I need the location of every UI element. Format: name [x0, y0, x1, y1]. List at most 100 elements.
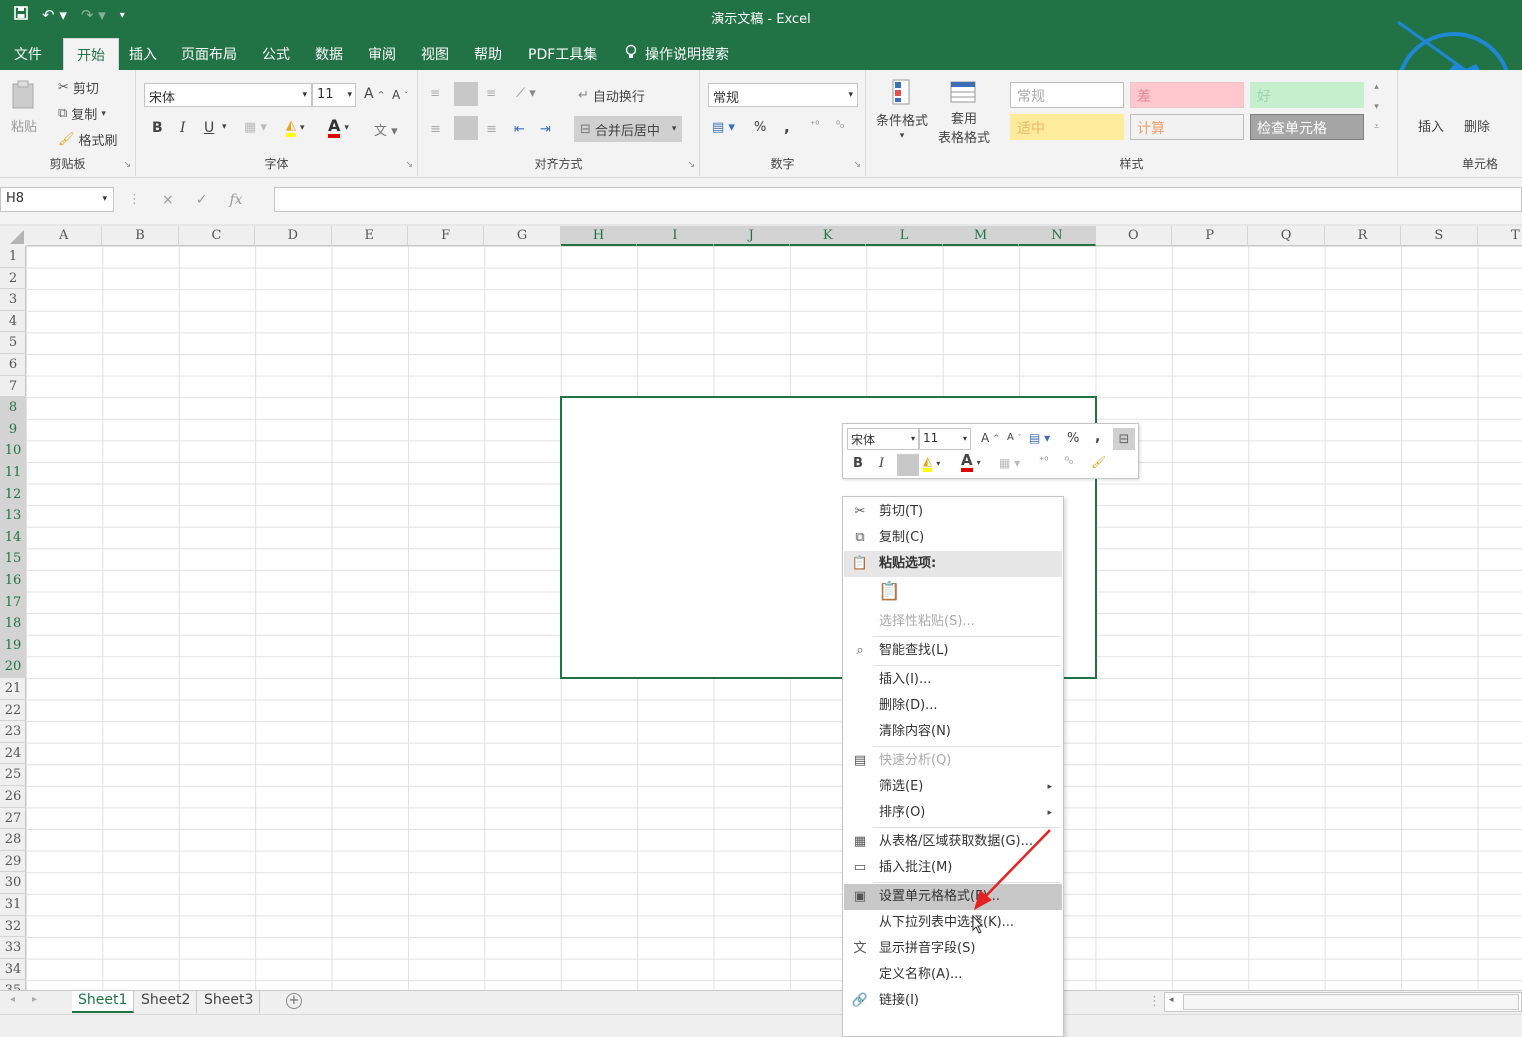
dialog-launcher-icon[interactable]: ↘ — [853, 160, 861, 170]
row-header[interactable]: 32 — [0, 916, 26, 938]
row-header[interactable]: 22 — [0, 700, 26, 722]
mini-merge-icon[interactable]: ⊟ — [1113, 428, 1135, 450]
horizontal-scrollbar[interactable]: ◂ — [1164, 992, 1522, 1012]
percent-button[interactable]: % — [754, 120, 766, 135]
grow-font-button[interactable]: A ^ — [364, 86, 384, 102]
row-header[interactable]: 14 — [0, 526, 26, 549]
mini-percent-button[interactable]: % — [1067, 431, 1079, 446]
align-right-icon[interactable]: ≡ — [486, 122, 497, 137]
orientation-icon[interactable]: ⟋ ▾ — [516, 86, 536, 101]
style-normal[interactable]: 常规 — [1010, 82, 1124, 108]
context-menu-item[interactable]: 定义名称(A)... — [844, 962, 1062, 988]
delete-cells-button[interactable]: 删除 — [1464, 116, 1490, 135]
formula-input[interactable] — [274, 187, 1522, 212]
dialog-launcher-icon[interactable]: ↘ — [687, 160, 695, 170]
tab-view[interactable]: 视图 — [421, 44, 449, 64]
dialog-launcher-icon[interactable]: ↘ — [405, 160, 413, 170]
row-header[interactable]: 10 — [0, 440, 26, 462]
select-all-corner[interactable] — [0, 226, 26, 246]
mini-italic-button[interactable]: I — [879, 456, 884, 471]
underline-button[interactable]: U — [204, 120, 214, 136]
column-header[interactable]: G — [484, 226, 561, 246]
middle-align-icon[interactable] — [454, 82, 478, 106]
row-header[interactable]: 31 — [0, 894, 26, 916]
row-header[interactable]: 18 — [0, 613, 26, 635]
tell-me-search[interactable]: 操作说明搜索 — [625, 44, 729, 64]
column-header[interactable]: M — [942, 226, 1020, 246]
context-menu-item[interactable]: ⌕ 智能查找(L) — [844, 638, 1062, 664]
bold-button[interactable]: B — [152, 120, 163, 136]
font-size-dropdown[interactable]: 11 ▾ — [312, 83, 356, 107]
scroll-left-icon[interactable]: ◂ — [10, 994, 15, 1005]
styles-scroll[interactable]: ▴ ▾ ⩡ — [1374, 82, 1379, 132]
row-header[interactable]: 5 — [0, 332, 26, 354]
column-header[interactable]: Q — [1248, 226, 1325, 246]
dialog-launcher-icon[interactable]: ↘ — [123, 160, 131, 170]
row-header[interactable]: 25 — [0, 764, 26, 786]
mini-font-dropdown[interactable]: 宋体 ▾ — [847, 428, 919, 450]
context-menu-item[interactable]: 🔗 链接(I) — [844, 988, 1062, 1014]
style-bad[interactable]: 差 — [1130, 82, 1244, 108]
name-box[interactable]: H8 ▾ — [0, 187, 114, 212]
context-menu-item[interactable]: 📋 — [844, 577, 1062, 609]
column-header[interactable]: P — [1172, 226, 1249, 246]
fill-color-button[interactable]: ◭ ▾ — [286, 118, 305, 137]
scroll-right-icon[interactable]: ▸ — [32, 994, 37, 1005]
tab-data[interactable]: 数据 — [315, 44, 343, 64]
merge-center-button[interactable]: ⊟ 合并后居中 ▾ — [574, 116, 683, 142]
row-header[interactable]: 16 — [0, 570, 26, 592]
column-header[interactable]: E — [332, 226, 408, 246]
align-center-icon[interactable] — [454, 116, 478, 140]
column-header[interactable]: K — [790, 226, 867, 246]
row-header[interactable]: 29 — [0, 851, 26, 873]
decrease-indent-icon[interactable]: ⇤ — [514, 122, 525, 137]
decrease-decimal-icon[interactable]: ⁰₀ — [836, 120, 844, 131]
phonetic-icon[interactable]: 文 ▾ — [374, 120, 398, 139]
row-header[interactable]: 30 — [0, 872, 26, 894]
mini-grow-font-icon[interactable]: A ^ — [981, 431, 999, 445]
row-header[interactable]: 6 — [0, 354, 26, 376]
tab-review[interactable]: 审阅 — [368, 44, 396, 64]
format-as-table-button[interactable]: 套用 表格格式 — [938, 78, 990, 146]
column-header[interactable]: C — [179, 226, 256, 246]
cut-button[interactable]: ✂ 剪切 — [58, 78, 99, 97]
mini-size-dropdown[interactable]: 11 ▾ — [919, 428, 971, 450]
row-header[interactable]: 1 — [0, 246, 26, 268]
sheet-tab-sheet1[interactable]: Sheet1 — [72, 991, 135, 1013]
row-header[interactable]: 24 — [0, 743, 26, 765]
tab-insert[interactable]: 插入 — [129, 44, 157, 64]
font-color-button[interactable]: A ▾ — [328, 118, 349, 138]
row-header[interactable]: 19 — [0, 634, 26, 657]
cancel-icon[interactable]: × — [162, 192, 174, 208]
column-header[interactable]: I — [637, 226, 714, 246]
column-header[interactable]: S — [1401, 226, 1478, 246]
underline-dropdown[interactable]: ▾ — [222, 122, 227, 132]
format-painter-button[interactable]: 🖌 格式刷 — [58, 130, 118, 149]
row-header[interactable]: 28 — [0, 829, 26, 851]
context-menu-item[interactable]: 删除(D)... — [844, 693, 1062, 719]
row-header[interactable]: 33 — [0, 937, 26, 959]
sheet-tab-sheet2[interactable]: Sheet2 — [135, 991, 198, 1013]
add-sheet-icon[interactable]: + — [286, 993, 302, 1009]
mini-comma-button[interactable]: , — [1095, 429, 1100, 445]
context-menu-item[interactable]: ⧉ 复制(C) — [844, 525, 1062, 551]
context-menu-item[interactable]: ▤ 快速分析(Q) — [844, 748, 1062, 774]
column-header[interactable]: R — [1325, 226, 1402, 246]
font-name-dropdown[interactable]: 宋体 ▾ — [144, 83, 312, 107]
mini-decrease-decimal-icon[interactable]: ⁰₀ — [1065, 456, 1073, 467]
tab-formulas[interactable]: 公式 — [262, 44, 290, 64]
tab-page-layout[interactable]: 页面布局 — [181, 44, 237, 64]
accounting-icon[interactable]: ▤ ▾ — [712, 120, 735, 135]
style-good[interactable]: 好 — [1250, 82, 1364, 108]
row-header[interactable]: 34 — [0, 959, 26, 981]
column-header[interactable]: B — [102, 226, 179, 246]
tab-pdf-tools[interactable]: PDF工具集 — [528, 44, 597, 64]
row-header[interactable]: 27 — [0, 808, 26, 830]
shrink-font-button[interactable]: Aˇ — [392, 88, 408, 102]
row-header[interactable]: 23 — [0, 721, 26, 743]
style-neutral[interactable]: 适中 — [1010, 114, 1124, 140]
column-header[interactable]: J — [713, 226, 790, 246]
row-header[interactable]: 9 — [0, 418, 26, 441]
number-format-dropdown[interactable]: 常规 ▾ — [708, 83, 858, 107]
tab-home[interactable]: 开始 — [63, 38, 119, 70]
